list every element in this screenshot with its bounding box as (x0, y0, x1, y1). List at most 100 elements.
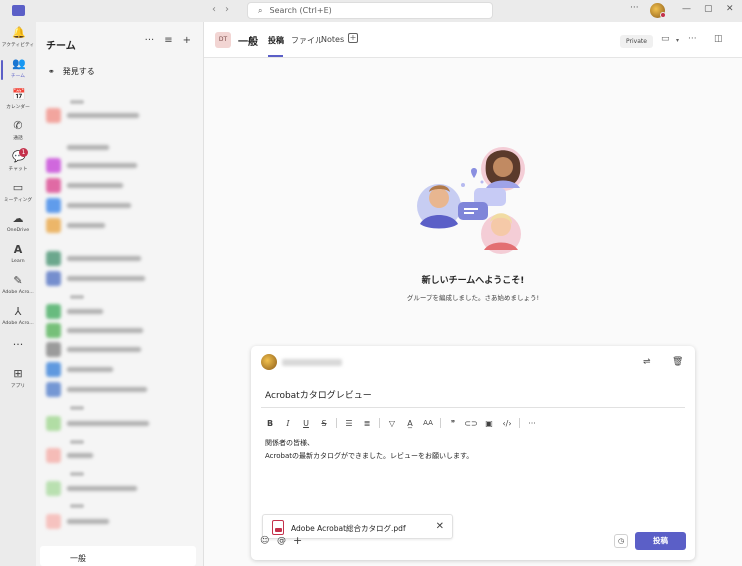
search-box[interactable]: ⌕ Search (Ctrl+E) (247, 2, 493, 19)
more-format-icon[interactable]: ··· (523, 419, 541, 428)
apps-icon: ⊞ (13, 367, 23, 380)
message-body-line2[interactable]: Acrobatの最新カタログができました。レビューをお願いします。 (265, 451, 473, 461)
attachment-card[interactable]: Adobe Acrobat総合カタログ.pdf ✕ (262, 514, 453, 539)
app-activity[interactable]: 🔔 アクティビティ (0, 24, 36, 54)
highlight-icon[interactable]: ▽ (383, 419, 401, 428)
bullet-list-icon[interactable]: ☰ (340, 419, 358, 428)
blurred-team-row[interactable] (46, 448, 196, 463)
underline-icon[interactable]: U (297, 419, 315, 428)
app-adobe-acrobat-1[interactable]: ✎ Adobe Acro... (0, 272, 36, 302)
blurred-team-row[interactable] (46, 342, 196, 357)
blurred-team-row[interactable] (46, 251, 196, 266)
blurred-channel (70, 440, 84, 444)
bell-icon: 🔔 (12, 26, 26, 39)
bold-icon[interactable]: B (261, 419, 279, 428)
more-options-icon[interactable]: ··· (630, 3, 639, 13)
blurred-channel (70, 504, 84, 508)
code-snippet-icon[interactable]: ▣ (480, 419, 498, 428)
discover-icon: ⚭ (48, 67, 55, 76)
blurred-team-row[interactable] (46, 218, 196, 233)
blurred-team-row[interactable] (46, 304, 196, 319)
add-icon[interactable]: + (183, 35, 191, 46)
schedule-button[interactable]: ◷ (614, 534, 628, 548)
tab-posts[interactable]: 投稿 (268, 35, 284, 46)
app-more[interactable]: ··· (0, 336, 36, 366)
compose-box: ⇌ 🗑 Acrobatカタログレビュー B I U S ☰ ≣ ▽ A̲ AA … (251, 346, 695, 560)
panel-title: チーム (46, 41, 76, 52)
chevron-down-icon[interactable]: ▾ (676, 37, 679, 44)
video-call-icon[interactable]: ▭ (661, 34, 670, 44)
pdf-icon (272, 520, 284, 535)
side-panel-icon[interactable]: ◫ (714, 34, 723, 44)
minimize-icon[interactable]: — (682, 4, 691, 14)
unread-badge: 1 (19, 148, 28, 157)
post-type-icon[interactable]: ⇌ (643, 357, 651, 367)
back-arrow-icon[interactable]: ‹ (212, 4, 216, 18)
more-apps-icon: ··· (12, 338, 24, 351)
app-calls[interactable]: ✆ 通話 (0, 117, 36, 147)
remove-attachment-icon[interactable]: ✕ (436, 521, 444, 532)
font-color-icon[interactable]: A̲ (401, 419, 419, 428)
post-button[interactable]: 投稿 (635, 532, 686, 550)
app-onedrive[interactable]: ☁ OneDrive (0, 210, 36, 240)
more-options-icon[interactable]: ··· (688, 34, 697, 44)
forward-arrow-icon[interactable]: › (225, 4, 229, 18)
main-content: DT 一般 投稿 ファイル Notes + Private ▭ ▾ ··· ◫ … (204, 22, 742, 566)
author-avatar (261, 354, 277, 370)
teams-logo-icon (12, 5, 25, 16)
mention-icon[interactable]: @ (277, 536, 286, 546)
app-learn[interactable]: A Learn (0, 241, 36, 271)
app-meetings[interactable]: ▭ ミーティング (0, 179, 36, 209)
attachment-name: Adobe Acrobat総合カタログ.pdf (291, 524, 406, 533)
more-options-icon[interactable]: ··· (145, 35, 155, 46)
blurred-team-row[interactable] (46, 108, 196, 123)
title-bar: ‹ › ⌕ Search (Ctrl+E) ··· — ▢ ✕ (0, 0, 742, 22)
phone-icon: ✆ (13, 119, 23, 132)
blurred-team-row[interactable] (46, 271, 196, 286)
blurred-team-row[interactable] (46, 140, 196, 155)
message-body-line1[interactable]: 関係者の皆様、 (265, 438, 314, 448)
blurred-team-row[interactable] (46, 178, 196, 193)
add-attachment-icon[interactable]: + (293, 534, 302, 547)
team-avatar: DT (215, 32, 231, 48)
emoji-icon[interactable]: ☺ (260, 536, 269, 546)
subject-field[interactable]: Acrobatカタログレビュー (265, 388, 372, 401)
app-adobe-acrobat-2[interactable]: ⅄ Adobe Acro... (0, 303, 36, 333)
discover-link[interactable]: ⚭ 発見する (48, 66, 95, 77)
link-icon[interactable]: ⊂⊃ (462, 419, 480, 428)
strikethrough-icon[interactable]: S (315, 419, 333, 428)
app-bar: 🔔 アクティビティ 👥 チーム 📅 カレンダー ✆ 通話 💬 1 チャット ▭ … (0, 22, 36, 566)
italic-icon[interactable]: I (279, 419, 297, 428)
selected-channel[interactable]: 一般 (40, 546, 196, 566)
delete-icon[interactable]: 🗑 (672, 357, 683, 367)
font-size-icon[interactable]: AA (419, 419, 437, 427)
blurred-team-row[interactable] (46, 481, 196, 496)
close-icon[interactable]: ✕ (726, 4, 734, 14)
active-tab-underline (268, 55, 283, 57)
filter-icon[interactable]: ≡ (164, 35, 172, 46)
numbered-list-icon[interactable]: ≣ (358, 419, 376, 428)
search-placeholder: Search (Ctrl+E) (269, 6, 332, 15)
app-chat[interactable]: 💬 1 チャット (0, 148, 36, 178)
blurred-team-row[interactable] (46, 382, 196, 397)
panel-tools: ··· ≡ + (145, 35, 191, 46)
learn-icon: A (13, 243, 23, 256)
blurred-team-row[interactable] (46, 198, 196, 213)
tab-files[interactable]: ファイル (291, 35, 323, 46)
blurred-team-row[interactable] (46, 416, 196, 431)
quote-icon[interactable]: ❞ (444, 419, 462, 428)
tab-notes[interactable]: Notes (321, 35, 344, 44)
app-apps[interactable]: ⊞ アプリ (0, 365, 36, 395)
app-teams[interactable]: 👥 チーム (0, 55, 36, 85)
welcome-subtitle: グループを編成しました。さあ始めましょう! (406, 294, 540, 302)
blurred-team-row[interactable] (46, 362, 196, 377)
history-nav: ‹ › (212, 4, 242, 18)
add-tab-icon[interactable]: + (348, 33, 358, 43)
maximize-icon[interactable]: ▢ (704, 4, 713, 14)
blurred-channel (70, 295, 84, 299)
blurred-team-row[interactable] (46, 514, 196, 529)
blurred-team-row[interactable] (46, 323, 196, 338)
code-icon[interactable]: ‹/› (498, 419, 516, 428)
blurred-team-row[interactable] (46, 158, 196, 173)
app-calendar[interactable]: 📅 カレンダー (0, 86, 36, 116)
